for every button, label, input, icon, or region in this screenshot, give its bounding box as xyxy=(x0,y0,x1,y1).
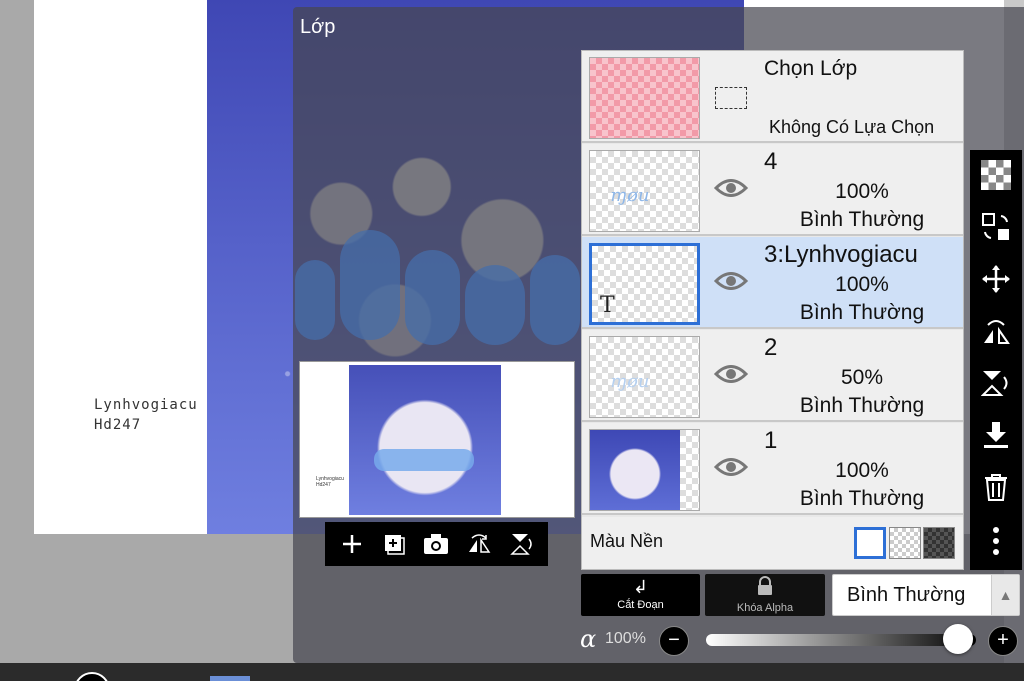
layer-thumbnail: T xyxy=(589,243,700,325)
flip-horizontal-icon[interactable] xyxy=(979,314,1013,348)
canvas-signature: Lynhvogiacu Hd247 xyxy=(94,395,198,435)
background-color-label: Màu Nền xyxy=(590,531,664,551)
layer-row-1[interactable]: 1 100% Bình Thường xyxy=(582,423,963,515)
layer-row-2[interactable]: ɱøu 2 50% Bình Thường xyxy=(582,330,963,422)
selection-layer-thumbnail xyxy=(589,57,700,139)
trash-icon[interactable] xyxy=(979,470,1013,504)
selection-layer-title: Chọn Lớp xyxy=(764,57,858,80)
layer-opacity: 50% xyxy=(840,366,884,389)
layer-list: Chọn Lớp Không Có Lựa Chọn ɱøu 4 100% Bì… xyxy=(581,50,964,570)
opacity-slider[interactable] xyxy=(706,634,976,646)
flip-vertical-icon[interactable] xyxy=(979,366,1013,400)
thumbnail-artwork xyxy=(349,365,501,515)
layer-name: 2 xyxy=(764,334,778,361)
eye-icon[interactable] xyxy=(714,177,748,199)
eye-icon[interactable] xyxy=(714,270,748,292)
more-icon[interactable] xyxy=(979,524,1013,558)
color-swatch[interactable] xyxy=(210,676,250,681)
thumbnail-signature: Lynhvogiacu Hd247 xyxy=(316,476,344,488)
bottom-bar xyxy=(0,663,1024,681)
layer-panel-title: Lớp xyxy=(300,16,336,38)
layer-name: 4 xyxy=(764,148,778,175)
add-layer-icon[interactable] xyxy=(379,529,409,559)
layer-thumbnail: ɱøu xyxy=(589,150,700,232)
merge-down-icon[interactable] xyxy=(979,418,1013,452)
signature-line-2: Hd247 xyxy=(94,417,142,433)
alpha-lock-label: Khóa Alpha xyxy=(736,602,794,614)
lock-icon xyxy=(705,574,825,601)
opacity-value: 100% xyxy=(605,630,646,647)
flip-horizontal-icon[interactable] xyxy=(464,529,494,559)
clipping-label: Cắt Đoạn xyxy=(617,599,664,611)
selection-layer-row[interactable]: Chọn Lớp Không Có Lựa Chọn xyxy=(582,51,963,143)
layer-name: 1 xyxy=(764,427,778,454)
layer-opacity: 100% xyxy=(835,273,889,296)
layer-row-4[interactable]: ɱøu 4 100% Bình Thường xyxy=(582,144,963,236)
background-white-swatch[interactable] xyxy=(854,527,886,559)
clip-arrow-icon: ↲ xyxy=(632,577,649,597)
clipping-button[interactable]: ↲ Cắt Đoạn xyxy=(581,574,700,616)
transform-icon[interactable] xyxy=(979,210,1013,244)
layer-blend-mode: Bình Thường xyxy=(799,487,925,510)
opacity-increase-button[interactable]: + xyxy=(988,626,1018,656)
chevron-up-icon[interactable]: ▲ xyxy=(991,575,1019,615)
blend-mode-select[interactable]: Bình Thường ▲ xyxy=(832,574,1020,616)
move-icon[interactable] xyxy=(979,262,1013,296)
alpha-symbol: α xyxy=(580,625,597,653)
layer-thumbnail xyxy=(589,429,700,511)
background-color-row: Màu Nền xyxy=(582,517,963,569)
selection-marquee-icon xyxy=(715,87,747,109)
layer-blend-mode: Bình Thường xyxy=(799,394,925,417)
blend-mode-value: Bình Thường xyxy=(847,584,966,606)
camera-icon[interactable] xyxy=(421,529,451,559)
thumbnail-text-layer xyxy=(374,449,474,471)
background-transparent-swatch[interactable] xyxy=(889,527,921,559)
text-layer-icon: T xyxy=(600,293,615,318)
layer-name: 3:Lynhvogiacu xyxy=(764,241,918,268)
flip-vertical-icon[interactable] xyxy=(506,529,536,559)
eye-icon[interactable] xyxy=(714,363,748,385)
signature-line-1: Lynhvogiacu xyxy=(94,397,198,413)
layer-opacity: 100% xyxy=(835,459,889,482)
opacity-decrease-button[interactable]: − xyxy=(659,626,689,656)
layer-blend-mode: Bình Thường xyxy=(799,208,925,231)
checkerboard-icon[interactable] xyxy=(979,158,1013,192)
layer-row-3[interactable]: T 3:Lynhvogiacu 100% Bình Thường xyxy=(582,237,963,329)
opacity-slider-handle[interactable] xyxy=(943,624,973,654)
layer-opacity: 100% xyxy=(835,180,889,203)
thumbnail-toolbar xyxy=(325,522,548,566)
alpha-lock-button[interactable]: Khóa Alpha xyxy=(705,574,825,616)
selection-layer-status: Không Có Lựa Chọn xyxy=(769,117,935,137)
background-dark-swatch[interactable] xyxy=(923,527,955,559)
canvas-thumbnail[interactable]: Lynhvogiacu Hd247 xyxy=(299,361,575,518)
layer-right-toolbar xyxy=(970,150,1022,570)
layer-preview-sketch xyxy=(295,230,580,350)
layer-blend-mode: Bình Thường xyxy=(799,301,925,324)
plus-icon[interactable] xyxy=(337,529,367,559)
layer-thumbnail: ɱøu xyxy=(589,336,700,418)
eye-icon[interactable] xyxy=(714,456,748,478)
